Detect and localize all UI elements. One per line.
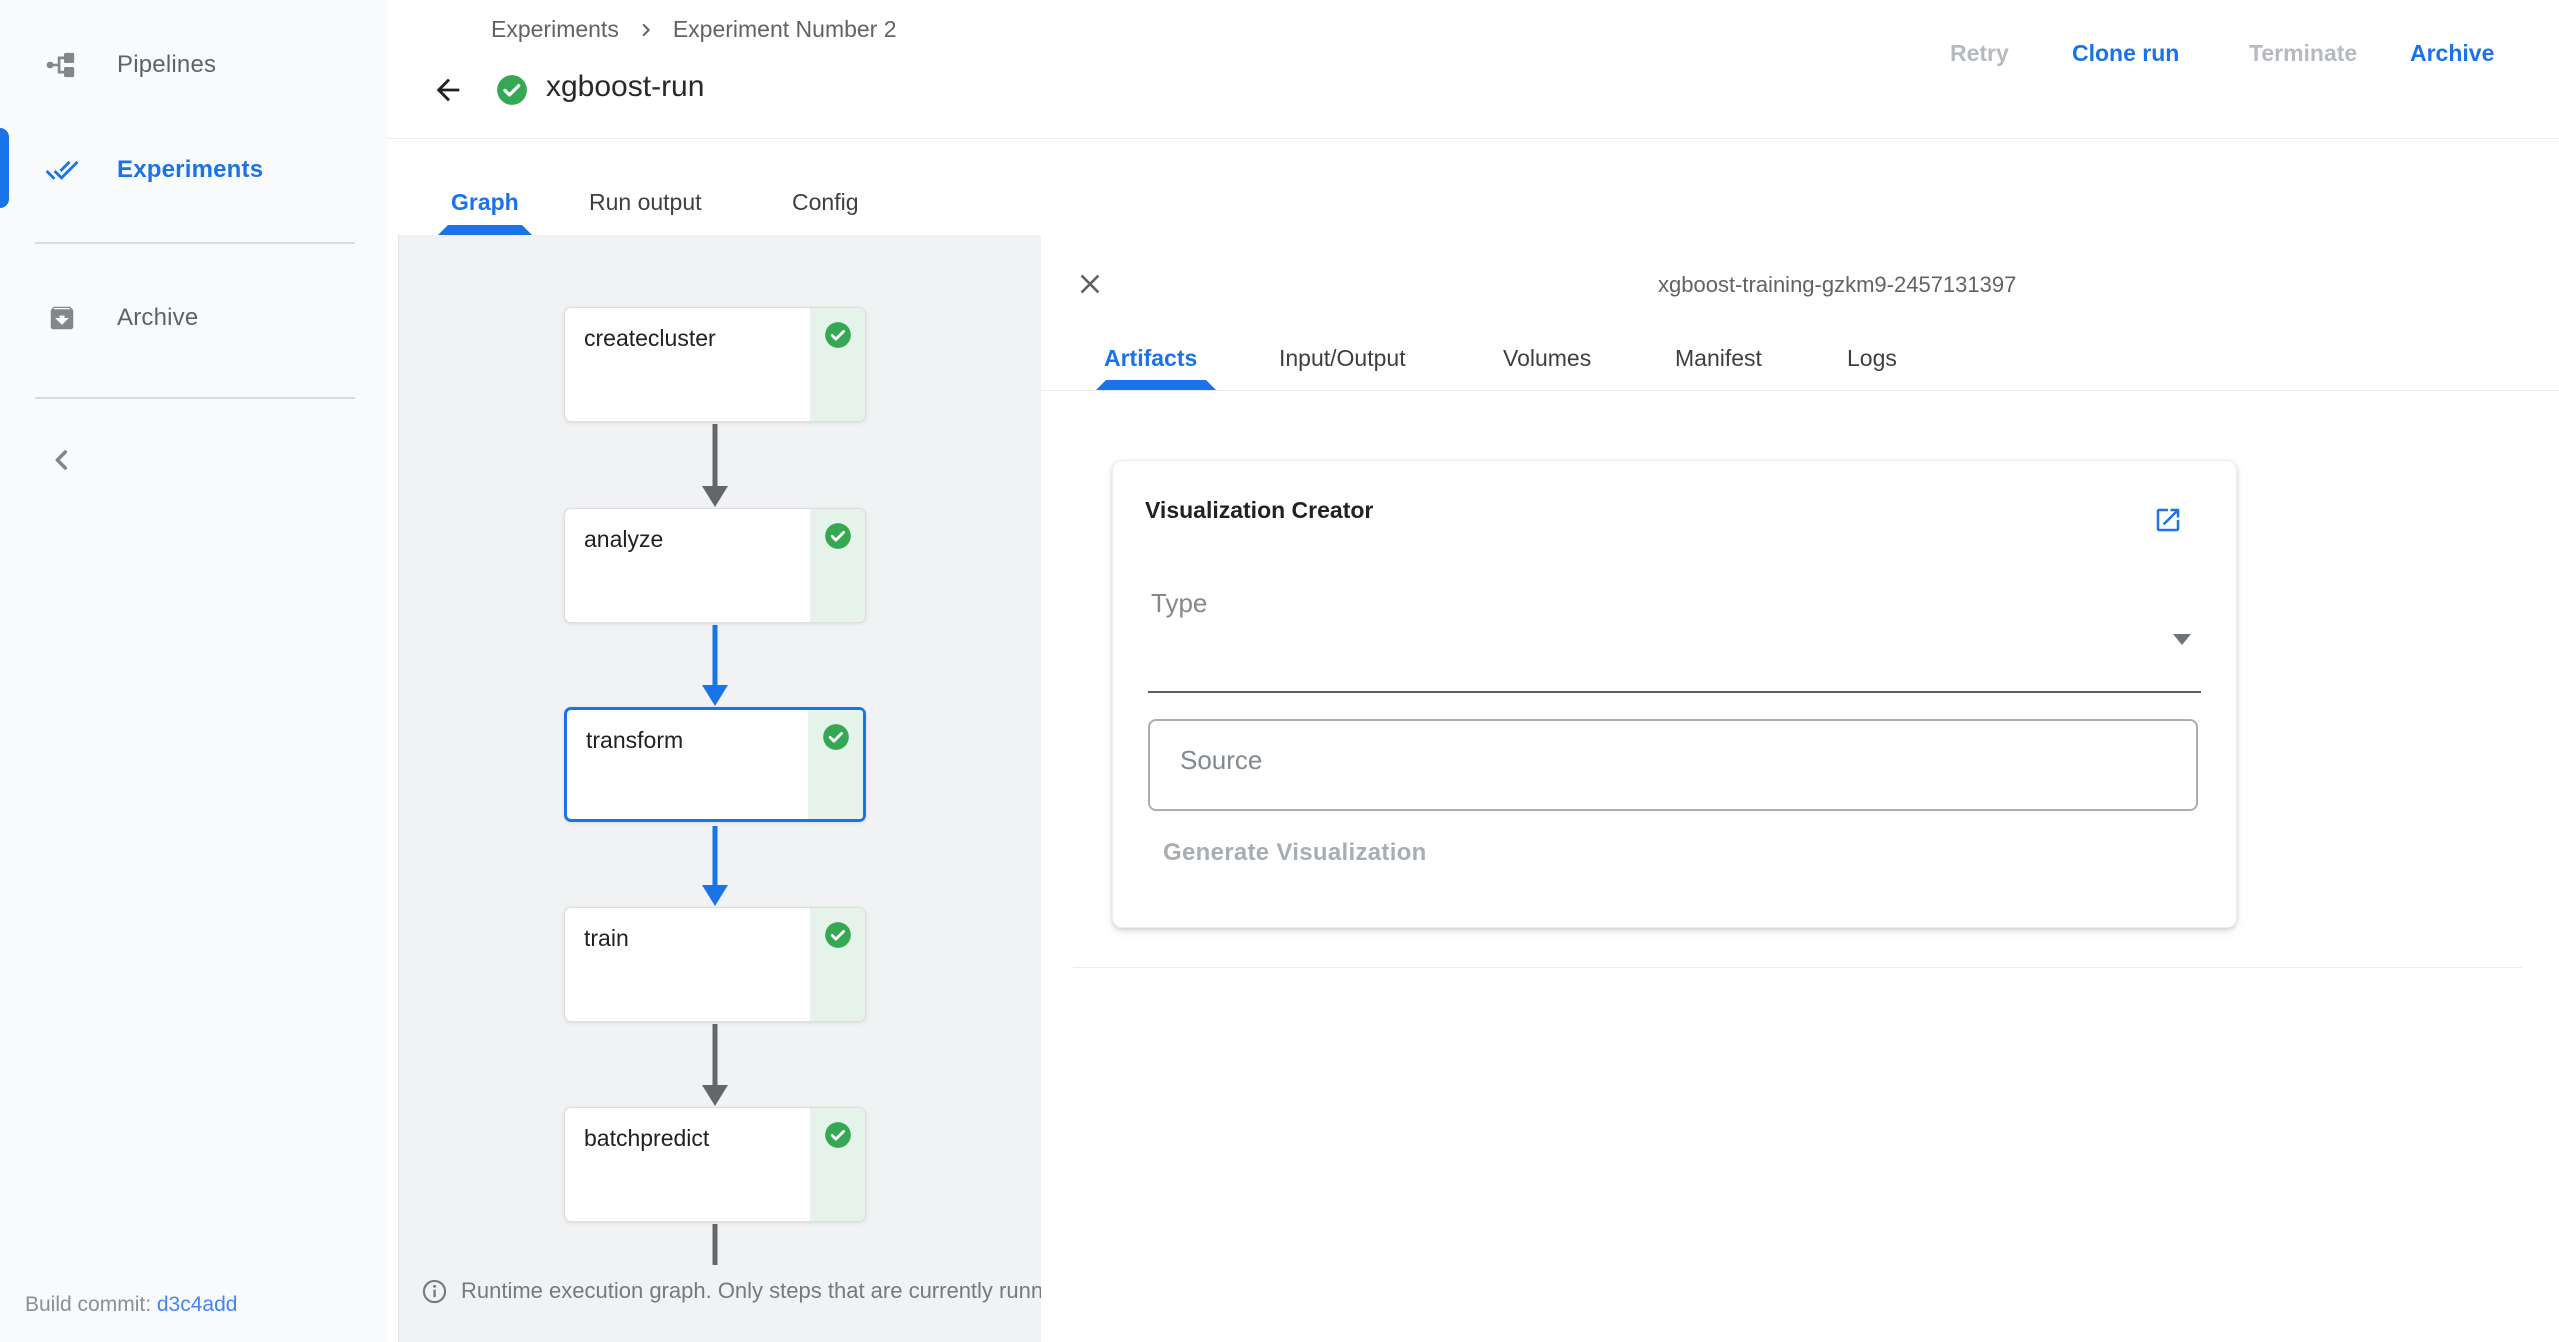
node-status-strip bbox=[808, 710, 863, 819]
graph-node-createcluster[interactable]: createcluster bbox=[564, 307, 866, 422]
detail-tabs-divider bbox=[1041, 390, 2559, 391]
node-label: transform bbox=[586, 727, 684, 753]
breadcrumb-parent[interactable]: Experiments bbox=[491, 16, 619, 43]
build-commit-label: Build commit: bbox=[25, 1293, 152, 1316]
tab-config[interactable]: Config bbox=[792, 189, 858, 216]
sidebar-collapse-chevron-left-icon[interactable] bbox=[46, 444, 78, 476]
graph-footer-text: Runtime execution graph. Only steps that… bbox=[461, 1278, 1041, 1303]
node-status-strip bbox=[810, 1108, 865, 1221]
experiments-double-check-icon bbox=[45, 153, 79, 187]
node-label: createcluster bbox=[584, 325, 716, 351]
visualization-type-select[interactable]: Type bbox=[1148, 571, 2201, 693]
terminate-button[interactable]: Terminate bbox=[2249, 40, 2357, 67]
sidebar: Pipelines Experiments Archive Build comm… bbox=[0, 0, 388, 1342]
node-success-check-icon bbox=[822, 723, 850, 751]
sidebar-item-pipelines[interactable]: Pipelines bbox=[0, 25, 388, 105]
graph-footer-note: Runtime execution graph. Only steps that… bbox=[421, 1275, 1041, 1307]
detail-panel-title: xgboost-training-gzkm9-2457131397 bbox=[1658, 272, 2017, 297]
info-icon bbox=[422, 1279, 447, 1303]
node-detail-panel: xgboost-training-gzkm9-2457131397 Artifa… bbox=[1041, 235, 2559, 1342]
breadcrumb: Experiments Experiment Number 2 bbox=[491, 16, 897, 43]
node-success-check-icon bbox=[824, 522, 852, 550]
retry-button[interactable]: Retry bbox=[1950, 40, 2009, 67]
node-success-check-icon bbox=[824, 321, 852, 349]
sidebar-item-experiments[interactable]: Experiments bbox=[0, 130, 388, 210]
main-content: Experiments Experiment Number 2 xgboost-… bbox=[388, 0, 2559, 1342]
page-title: xgboost-run bbox=[546, 70, 705, 103]
select-underline bbox=[1148, 691, 2201, 693]
chevron-right-icon bbox=[642, 23, 650, 36]
tab-graph[interactable]: Graph bbox=[451, 189, 519, 216]
breadcrumb-current: Experiment Number 2 bbox=[672, 16, 897, 42]
artifacts-section-divider bbox=[1073, 967, 2522, 968]
visualization-creator-title: Visualization Creator bbox=[1145, 497, 1374, 523]
dropdown-caret-icon bbox=[2173, 634, 2191, 645]
sidebar-divider bbox=[35, 397, 355, 399]
node-success-check-icon bbox=[824, 921, 852, 949]
source-input[interactable] bbox=[1148, 719, 2198, 811]
generate-visualization-button[interactable]: Generate Visualization bbox=[1163, 839, 1427, 867]
visualization-creator-card: Visualization Creator Type Generate Visu… bbox=[1112, 460, 2237, 928]
type-select-label: Type bbox=[1151, 588, 1208, 618]
active-tab-indicator bbox=[438, 225, 532, 235]
header-divider bbox=[388, 138, 2559, 139]
node-label: batchpredict bbox=[584, 1125, 710, 1151]
pipelines-icon bbox=[45, 48, 79, 82]
node-status-strip bbox=[810, 308, 865, 421]
node-status-strip bbox=[810, 908, 865, 1021]
tab-artifacts[interactable]: Artifacts bbox=[1104, 345, 1197, 372]
active-tab-indicator bbox=[1096, 380, 1216, 390]
archive-button[interactable]: Archive bbox=[2410, 40, 2494, 67]
sidebar-item-label: Experiments bbox=[117, 156, 264, 183]
tab-input-output[interactable]: Input/Output bbox=[1279, 345, 1406, 372]
node-success-check-icon bbox=[824, 1121, 852, 1149]
tab-run-output[interactable]: Run output bbox=[589, 189, 702, 216]
sidebar-item-label: Archive bbox=[117, 304, 199, 331]
pipeline-graph: createcluster analyze transform train ba… bbox=[398, 235, 1041, 1342]
back-arrow-icon[interactable] bbox=[431, 73, 465, 107]
close-icon[interactable] bbox=[1074, 268, 1106, 300]
graph-node-transform[interactable]: transform bbox=[564, 707, 866, 822]
graph-node-batchpredict[interactable]: batchpredict bbox=[564, 1107, 866, 1222]
sidebar-item-label: Pipelines bbox=[117, 51, 217, 78]
tab-manifest[interactable]: Manifest bbox=[1675, 345, 1762, 372]
tab-logs[interactable]: Logs bbox=[1847, 345, 1897, 372]
graph-node-train[interactable]: train bbox=[564, 907, 866, 1022]
node-label: analyze bbox=[584, 526, 664, 552]
sidebar-divider bbox=[35, 242, 355, 244]
node-label: train bbox=[584, 925, 629, 951]
node-status-strip bbox=[810, 509, 865, 622]
open-in-new-icon[interactable] bbox=[2153, 505, 2183, 535]
run-status-success-icon bbox=[495, 73, 529, 107]
archive-box-icon bbox=[45, 301, 79, 335]
build-commit-link[interactable]: d3c4add bbox=[157, 1293, 238, 1316]
tab-volumes[interactable]: Volumes bbox=[1503, 345, 1591, 372]
sidebar-item-archive[interactable]: Archive bbox=[0, 278, 388, 358]
clone-run-button[interactable]: Clone run bbox=[2072, 40, 2179, 67]
graph-node-analyze[interactable]: analyze bbox=[564, 508, 866, 623]
app-root: Pipelines Experiments Archive Build comm… bbox=[0, 0, 2559, 1342]
build-commit: Build commit: d3c4add bbox=[25, 1293, 237, 1317]
